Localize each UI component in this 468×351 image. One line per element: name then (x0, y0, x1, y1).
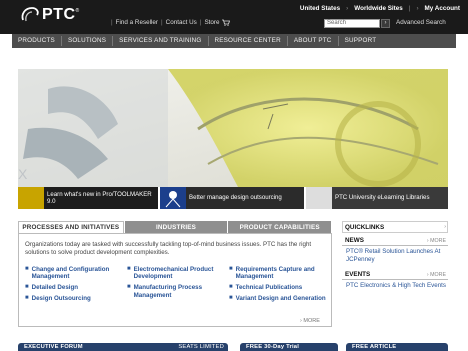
quicklinks-header[interactable]: QUICKLINKS › (342, 222, 448, 232)
seats-limited-label: SEATS LIMITED (178, 344, 224, 350)
links-column-3: ■ Requirements Capture and Management ■ Te… (229, 266, 329, 306)
registered-mark: ® (75, 8, 80, 14)
link-manufacturing-process[interactable]: ■ Manufacturing Process Management (127, 284, 227, 299)
cart-icon[interactable] (221, 19, 230, 26)
tab-more-link[interactable]: › MORE (300, 318, 320, 324)
cad-model-graphic: X (18, 69, 448, 187)
promo-toolmaker-text: Learn what's new in Pro/TOOLMAKER 9.0 (47, 190, 152, 206)
link-requirements-capture[interactable]: ■ Requirements Capture and Management (229, 266, 329, 281)
find-reseller-link[interactable]: Find a Reseller (116, 19, 158, 26)
worldwide-sites-link[interactable]: Worldwide Sites (354, 5, 403, 12)
link-technical-publications[interactable]: ■ Technical Publications (229, 284, 329, 291)
links-column-1: ■ Change and Configuration Management ■ De… (25, 266, 125, 306)
nav-products[interactable]: PRODUCTS (12, 36, 62, 46)
links-column-2: ■ Electromechanical Product Development ■… (127, 266, 227, 302)
events-more-link[interactable]: › MORE (427, 272, 448, 278)
promo-outsourcing[interactable]: Better manage design outsourcing (160, 187, 304, 209)
events-header: EVENTS › MORE (342, 270, 448, 280)
link-variant-design[interactable]: ■ Variant Design and Generation (229, 295, 329, 302)
nav-services-training[interactable]: SERVICES AND TRAINING (113, 36, 209, 46)
executive-forum-bar[interactable]: EXECUTIVE FORUM SEATS LIMITED (18, 343, 228, 351)
svg-text:X: X (18, 166, 28, 182)
elearning-thumbnail (306, 187, 332, 209)
nav-about-ptc[interactable]: ABOUT PTC (288, 36, 339, 46)
tab-product-capabilities[interactable]: PRODUCT CAPABILITIES (228, 221, 332, 233)
promo-elearning-text: PTC University eLearning Libraries (335, 194, 430, 202)
content-tabs: PROCESSES AND INITIATIVES INDUSTRIES PRO… (18, 221, 332, 233)
tab-intro-text: Organizations today are tasked with succ… (25, 241, 312, 257)
news-more-link[interactable]: › MORE (427, 238, 448, 244)
nav-solutions[interactable]: SOLUTIONS (62, 36, 114, 46)
toolmaker-thumbnail (18, 187, 44, 209)
news-header: NEWS › MORE (342, 236, 448, 246)
outsourcing-thumbnail (160, 187, 186, 209)
search-go-button[interactable]: › (381, 19, 390, 28)
locale-bar: United States › Worldwide Sites | › My A… (299, 5, 460, 12)
news-item-link[interactable]: PTC® Retail Solution Launches At JCPenne… (346, 248, 446, 264)
link-detailed-design[interactable]: ■ Detailed Design (25, 284, 125, 291)
link-change-config-mgmt[interactable]: ■ Change and Configuration Management (25, 266, 125, 281)
tab-industries[interactable]: INDUSTRIES (124, 221, 228, 233)
link-design-outsourcing[interactable]: ■ Design Outsourcing (25, 295, 125, 302)
quicklinks-chevron-icon: › (444, 224, 446, 230)
search-input[interactable]: Search (324, 19, 380, 28)
hero-banner-image[interactable]: X (18, 69, 448, 187)
top-links: | Find a Reseller | Contact Us | Store (108, 19, 230, 26)
free-trial-bar[interactable]: FREE 30-Day Trial (240, 343, 338, 351)
promo-toolmaker[interactable]: Learn what's new in Pro/TOOLMAKER 9.0 (18, 187, 158, 209)
tab-processes-initiatives[interactable]: PROCESSES AND INITIATIVES (18, 221, 124, 233)
advanced-search-link[interactable]: Advanced Search (396, 19, 446, 26)
ptc-swirl-icon (21, 7, 39, 22)
logo-text: PTC (42, 6, 76, 23)
main-nav: PRODUCTS SOLUTIONS SERVICES AND TRAINING… (12, 34, 456, 48)
events-item-link[interactable]: PTC Electronics & High Tech Events (346, 282, 446, 290)
country-selector[interactable]: United States (300, 5, 340, 12)
promo-elearning[interactable]: PTC University eLearning Libraries (306, 187, 448, 209)
nav-support[interactable]: SUPPORT (339, 36, 383, 46)
nav-resource-center[interactable]: RESOURCE CENTER (209, 36, 288, 46)
free-article-bar[interactable]: FREE ARTICLE (346, 343, 448, 351)
link-electromechanical[interactable]: ■ Electromechanical Product Development (127, 266, 227, 281)
promo-outsourcing-text: Better manage design outsourcing (189, 194, 282, 202)
store-link[interactable]: Store (204, 19, 219, 26)
contact-us-link[interactable]: Contact Us (166, 19, 197, 26)
my-account-link[interactable]: My Account (425, 5, 460, 12)
promo-strip: Learn what's new in Pro/TOOLMAKER 9.0 Be… (18, 187, 448, 209)
ptc-logo[interactable]: PTC ® (20, 4, 82, 26)
